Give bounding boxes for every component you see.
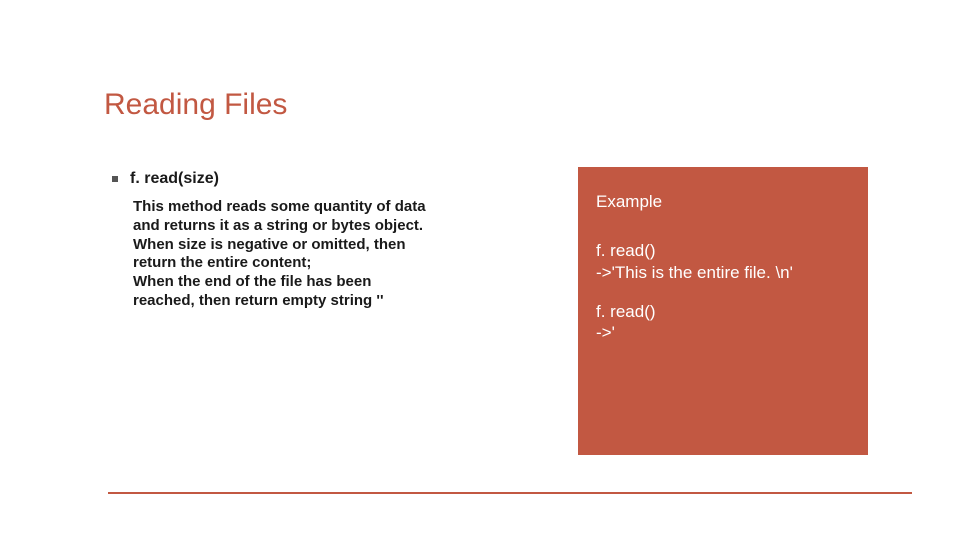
slide-title: Reading Files bbox=[104, 88, 287, 122]
divider bbox=[108, 492, 912, 494]
example-line: f. read() bbox=[596, 240, 850, 261]
spacer bbox=[596, 283, 850, 301]
bullet-icon bbox=[112, 176, 118, 182]
example-panel: Example f. read() ->'This is the entire … bbox=[578, 167, 868, 455]
bullet-item: f. read(size) bbox=[112, 170, 219, 188]
example-line: f. read() bbox=[596, 301, 850, 322]
body-text: This method reads some quantity of data … bbox=[133, 198, 468, 311]
body-line: reached, then return empty string '' bbox=[133, 292, 468, 311]
body-line: and returns it as a string or bytes obje… bbox=[133, 217, 468, 236]
body-line: When size is negative or omitted, then bbox=[133, 236, 468, 255]
bullet-heading: f. read(size) bbox=[130, 170, 219, 188]
example-line: ->'This is the entire file. \n' bbox=[596, 262, 850, 283]
slide: Reading Files f. read(size) This method … bbox=[0, 0, 960, 540]
body-line: When the end of the file has been bbox=[133, 273, 468, 292]
body-line: This method reads some quantity of data bbox=[133, 198, 468, 217]
example-heading: Example bbox=[596, 191, 850, 212]
example-line: ->' bbox=[596, 322, 850, 343]
body-line: return the entire content; bbox=[133, 254, 468, 273]
